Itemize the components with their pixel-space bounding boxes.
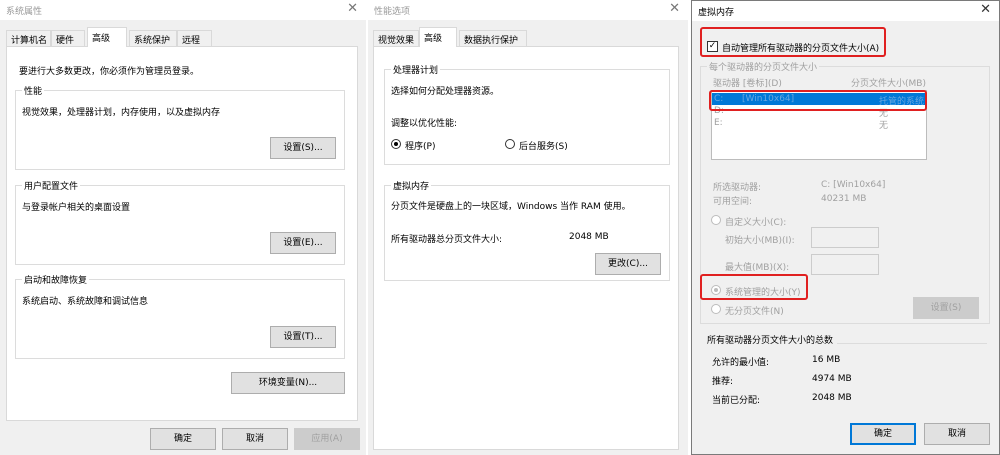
- per-drive-title: 每个驱动器的分页文件大小: [707, 60, 820, 73]
- initial-size-label: 初始大小(MB)(I):: [725, 236, 795, 246]
- ok-button[interactable]: 确定: [150, 428, 216, 450]
- virtual-memory-window: 虚拟内存 ✕ ✓ 自动管理所有驱动器的分页文件大小(A) 每个驱动器的分页文件大…: [691, 0, 1000, 455]
- window-title: 性能选项: [374, 7, 411, 17]
- allocated-value: 2048 MB: [812, 393, 852, 403]
- no-paging-file-radio[interactable]: [711, 304, 721, 314]
- virtual-memory-title: 虚拟内存: [391, 179, 432, 192]
- tab-dep[interactable]: 数据执行保护: [459, 30, 527, 46]
- tab-page-advanced: 要进行大多数更改，你必须作为管理员登录。 性能 视觉效果，处理器计划，内存使用，…: [6, 46, 358, 421]
- allocated-label: 当前已分配:: [712, 396, 761, 406]
- startup-recovery-settings-button[interactable]: 设置(T)...: [270, 326, 336, 348]
- startup-recovery-group: 启动和故障恢复 系统启动、系统故障和调试信息 设置(T)...: [15, 273, 345, 359]
- recommended-label: 推荐:: [712, 377, 734, 387]
- drive-letter: E:: [714, 118, 723, 128]
- set-button[interactable]: 设置(S): [913, 297, 979, 319]
- selected-drive-value: C: [Win10x64]: [821, 180, 886, 190]
- tab-strip: 视觉效果 高级 数据执行保护: [373, 27, 573, 47]
- virtual-memory-desc: 分页文件是硬盘上的一块区域，Windows 当作 RAM 使用。: [391, 202, 631, 212]
- startup-recovery-title: 启动和故障恢复: [22, 273, 90, 286]
- close-icon[interactable]: ✕: [980, 3, 991, 17]
- close-icon[interactable]: ✕: [669, 2, 680, 16]
- user-profiles-title: 用户配置文件: [22, 179, 81, 192]
- tab-remote[interactable]: 远程: [177, 30, 212, 46]
- tab-system-protection[interactable]: 系统保护: [129, 30, 177, 46]
- recommended-value: 4974 MB: [812, 374, 852, 384]
- window-title: 系统属性: [6, 7, 43, 17]
- min-allowed-value: 16 MB: [812, 355, 841, 365]
- tab-hardware[interactable]: 硬件: [51, 30, 85, 46]
- performance-group: 性能 视觉效果，处理器计划，内存使用，以及虚拟内存 设置(S)...: [15, 84, 345, 170]
- background-services-radio[interactable]: [505, 139, 515, 149]
- window-title: 虚拟内存: [698, 8, 735, 18]
- free-space-label: 可用空间:: [713, 197, 753, 207]
- tab-visual-effects[interactable]: 视觉效果: [373, 30, 419, 46]
- user-profiles-desc: 与登录帐户相关的桌面设置: [22, 203, 131, 213]
- startup-recovery-desc: 系统启动、系统故障和调试信息: [22, 297, 149, 307]
- title-bar: 性能选项 ✕: [368, 0, 688, 20]
- cancel-button[interactable]: 取消: [222, 428, 288, 450]
- programs-label[interactable]: 程序(P): [405, 139, 435, 152]
- programs-radio[interactable]: [391, 139, 401, 149]
- column-size-header: 分页文件大小(MB): [851, 79, 926, 89]
- processor-scheduling-desc: 选择如何分配处理器资源。: [391, 87, 500, 97]
- annotation-highlight-system-managed: [700, 274, 808, 300]
- performance-title: 性能: [22, 84, 45, 97]
- apply-button[interactable]: 应用(A): [294, 428, 360, 450]
- user-profiles-group: 用户配置文件 与登录帐户相关的桌面设置 设置(E)...: [15, 179, 345, 265]
- custom-size-radio[interactable]: [711, 215, 721, 225]
- close-icon[interactable]: ✕: [347, 2, 358, 16]
- processor-scheduling-group: 处理器计划 选择如何分配处理器资源。 调整以优化性能: 程序(P) 后台服务(S…: [384, 63, 670, 165]
- environment-variables-button[interactable]: 环境变量(N)...: [231, 372, 345, 394]
- title-bar: 系统属性 ✕: [0, 0, 366, 20]
- min-allowed-label: 允许的最小值:: [712, 358, 770, 368]
- initial-size-input[interactable]: [811, 227, 879, 248]
- selected-drive-label: 所选驱动器:: [713, 183, 762, 193]
- admin-note: 要进行大多数更改，你必须作为管理员登录。: [19, 67, 200, 77]
- drive-size: 无: [879, 121, 889, 131]
- processor-scheduling-title: 处理器计划: [391, 63, 441, 76]
- system-properties-window: 系统属性 ✕ 计算机名 硬件 高级 系统保护 远程 要进行大多数更改，你必须作为…: [0, 0, 366, 455]
- user-profiles-settings-button[interactable]: 设置(E)...: [270, 232, 336, 254]
- max-size-input[interactable]: [811, 254, 879, 275]
- drive-row[interactable]: E: 无: [712, 118, 926, 131]
- custom-size-label[interactable]: 自定义大小(C):: [725, 215, 786, 228]
- background-services-label[interactable]: 后台服务(S): [519, 139, 568, 152]
- adjust-label: 调整以优化性能:: [391, 119, 458, 129]
- max-size-label: 最大值(MB)(X):: [725, 263, 790, 273]
- free-space-value: 40231 MB: [821, 194, 867, 204]
- no-paging-file-label[interactable]: 无分页文件(N): [725, 304, 784, 317]
- virtual-memory-group: 虚拟内存 分页文件是硬盘上的一块区域，Windows 当作 RAM 使用。 所有…: [384, 179, 670, 281]
- tab-computer-name[interactable]: 计算机名: [6, 30, 51, 46]
- tab-strip: 计算机名 硬件 高级 系统保护 远程: [6, 27, 306, 47]
- totals-title: 所有驱动器分页文件大小的总数: [707, 333, 838, 346]
- performance-options-window: 性能选项 ✕ 视觉效果 高级 数据执行保护 处理器计划 选择如何分配处理器资源。…: [368, 0, 688, 455]
- total-paging-value: 2048 MB: [569, 232, 609, 242]
- title-bar: 虚拟内存 ✕: [692, 1, 999, 21]
- tab-page-advanced: 处理器计划 选择如何分配处理器资源。 调整以优化性能: 程序(P) 后台服务(S…: [373, 46, 679, 450]
- column-drive-header: 驱动器 [卷标](D): [713, 79, 782, 89]
- performance-settings-button[interactable]: 设置(S)...: [270, 137, 336, 159]
- tab-advanced[interactable]: 高级: [87, 27, 127, 47]
- ok-button[interactable]: 确定: [850, 423, 916, 445]
- change-button[interactable]: 更改(C)...: [595, 253, 661, 275]
- performance-desc: 视觉效果，处理器计划，内存使用，以及虚拟内存: [22, 108, 221, 118]
- annotation-highlight-drive-row: [709, 90, 927, 111]
- tab-advanced[interactable]: 高级: [419, 27, 457, 47]
- cancel-button[interactable]: 取消: [924, 423, 990, 445]
- total-paging-label: 所有驱动器总分页文件大小:: [391, 235, 503, 245]
- annotation-highlight-auto-manage: [700, 27, 886, 57]
